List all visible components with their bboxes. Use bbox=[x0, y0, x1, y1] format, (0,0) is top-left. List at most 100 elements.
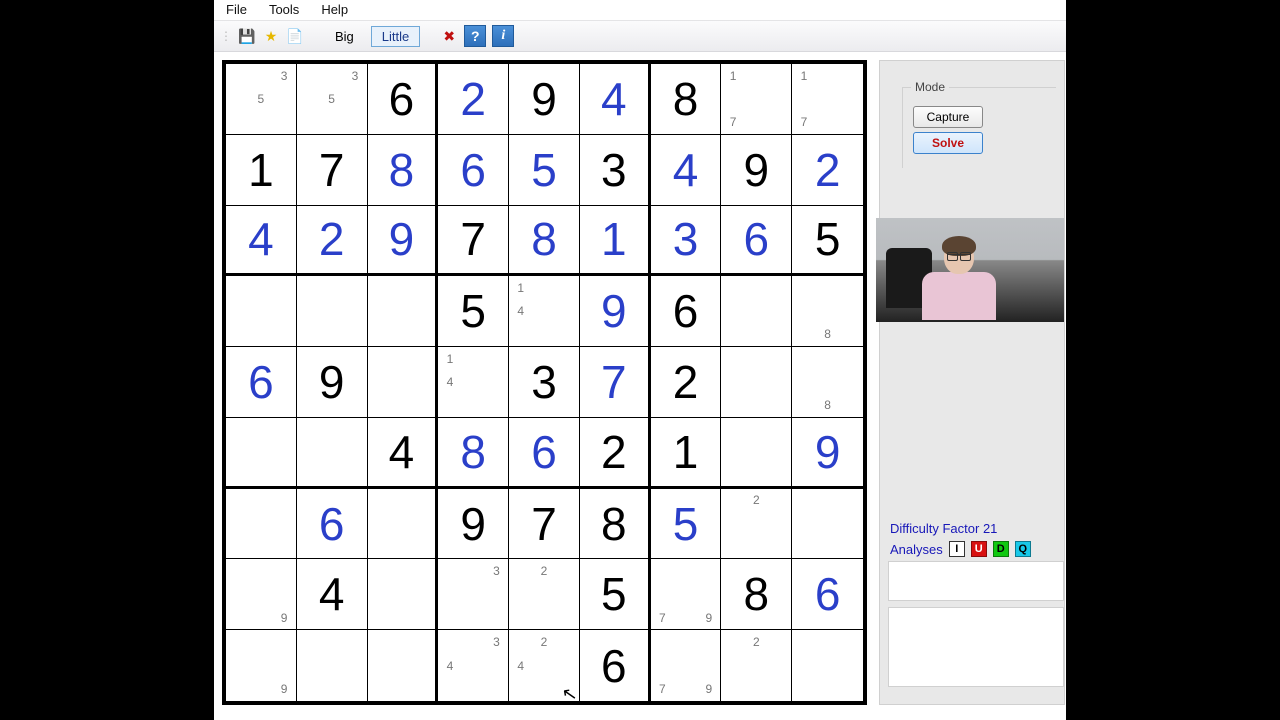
cell-r8-c1[interactable]: 9 bbox=[226, 559, 297, 630]
cell-r8-c9[interactable]: 6 bbox=[792, 559, 863, 630]
cell-r9-c8[interactable]: 2 bbox=[721, 630, 792, 701]
cell-r2-c7[interactable]: 4 bbox=[651, 135, 722, 206]
cell-r7-c9[interactable] bbox=[792, 489, 863, 560]
cell-r5-c3[interactable] bbox=[368, 347, 439, 418]
help-button[interactable]: ? bbox=[464, 25, 486, 47]
cell-r3-c3[interactable]: 9 bbox=[368, 206, 439, 277]
cell-r9-c3[interactable] bbox=[368, 630, 439, 701]
cell-r2-c5[interactable]: 5 bbox=[509, 135, 580, 206]
cell-r6-c5[interactable]: 6 bbox=[509, 418, 580, 489]
cell-r9-c6[interactable]: 6 bbox=[580, 630, 651, 701]
cell-r2-c4[interactable]: 6 bbox=[438, 135, 509, 206]
cell-r4-c9[interactable]: 8 bbox=[792, 276, 863, 347]
cell-r6-c4[interactable]: 8 bbox=[438, 418, 509, 489]
capture-button[interactable]: Capture bbox=[913, 106, 983, 128]
cell-r1-c5[interactable]: 9 bbox=[509, 64, 580, 135]
cell-r7-c8[interactable]: 2 bbox=[721, 489, 792, 560]
cell-r3-c7[interactable]: 3 bbox=[651, 206, 722, 277]
cell-r2-c8[interactable]: 9 bbox=[721, 135, 792, 206]
cell-r5-c5[interactable]: 3 bbox=[509, 347, 580, 418]
cell-value: 8 bbox=[460, 425, 486, 479]
cell-r7-c6[interactable]: 8 bbox=[580, 489, 651, 560]
cell-r7-c7[interactable]: 5 bbox=[651, 489, 722, 560]
cell-r9-c7[interactable]: 79 bbox=[651, 630, 722, 701]
cell-r9-c1[interactable]: 9 bbox=[226, 630, 297, 701]
cell-r1-c7[interactable]: 8 bbox=[651, 64, 722, 135]
cell-r6-c1[interactable] bbox=[226, 418, 297, 489]
cell-r7-c5[interactable]: 7 bbox=[509, 489, 580, 560]
cell-r7-c1[interactable] bbox=[226, 489, 297, 560]
cell-r8-c3[interactable] bbox=[368, 559, 439, 630]
cell-r1-c1[interactable]: 35 bbox=[226, 64, 297, 135]
cell-r6-c2[interactable] bbox=[297, 418, 368, 489]
cell-r4-c4[interactable]: 5 bbox=[438, 276, 509, 347]
cell-r8-c4[interactable]: 3 bbox=[438, 559, 509, 630]
cell-r5-c6[interactable]: 7 bbox=[580, 347, 651, 418]
big-button[interactable]: Big bbox=[324, 26, 365, 47]
cell-r3-c6[interactable]: 1 bbox=[580, 206, 651, 277]
solve-button[interactable]: Solve bbox=[913, 132, 983, 154]
info-button[interactable]: i bbox=[492, 25, 514, 47]
cell-r6-c3[interactable]: 4 bbox=[368, 418, 439, 489]
menu-file[interactable]: File bbox=[226, 2, 247, 18]
cell-r8-c2[interactable]: 4 bbox=[297, 559, 368, 630]
cell-r9-c4[interactable]: 34 bbox=[438, 630, 509, 701]
cell-r4-c5[interactable]: 14 bbox=[509, 276, 580, 347]
cell-r9-c5[interactable]: 24 bbox=[509, 630, 580, 701]
cell-r5-c2[interactable]: 9 bbox=[297, 347, 368, 418]
cell-r2-c3[interactable]: 8 bbox=[368, 135, 439, 206]
cell-r3-c1[interactable]: 4 bbox=[226, 206, 297, 277]
cell-r5-c7[interactable]: 2 bbox=[651, 347, 722, 418]
cell-r7-c3[interactable] bbox=[368, 489, 439, 560]
cell-r8-c7[interactable]: 79 bbox=[651, 559, 722, 630]
cell-r6-c9[interactable]: 9 bbox=[792, 418, 863, 489]
cell-r5-c8[interactable] bbox=[721, 347, 792, 418]
save-icon[interactable]: 💾 bbox=[238, 27, 256, 45]
cell-r3-c2[interactable]: 2 bbox=[297, 206, 368, 277]
cell-r4-c8[interactable] bbox=[721, 276, 792, 347]
cell-r6-c7[interactable]: 1 bbox=[651, 418, 722, 489]
cell-r8-c5[interactable]: 2 bbox=[509, 559, 580, 630]
cell-r3-c4[interactable]: 7 bbox=[438, 206, 509, 277]
cell-r3-c8[interactable]: 6 bbox=[721, 206, 792, 277]
cell-r6-c8[interactable] bbox=[721, 418, 792, 489]
cell-r2-c6[interactable]: 3 bbox=[580, 135, 651, 206]
cell-r1-c2[interactable]: 35 bbox=[297, 64, 368, 135]
cell-r2-c2[interactable]: 7 bbox=[297, 135, 368, 206]
analysis-Q[interactable]: Q bbox=[1015, 541, 1031, 557]
cell-r4-c6[interactable]: 9 bbox=[580, 276, 651, 347]
little-button[interactable]: Little bbox=[371, 26, 420, 47]
cell-r9-c2[interactable] bbox=[297, 630, 368, 701]
cell-r8-c8[interactable]: 8 bbox=[721, 559, 792, 630]
cell-r7-c2[interactable]: 6 bbox=[297, 489, 368, 560]
analysis-U[interactable]: U bbox=[971, 541, 987, 557]
cell-r4-c3[interactable] bbox=[368, 276, 439, 347]
analysis-D[interactable]: D bbox=[993, 541, 1009, 557]
cell-r8-c6[interactable]: 5 bbox=[580, 559, 651, 630]
delete-icon[interactable]: ✖ bbox=[440, 27, 458, 45]
cell-r4-c2[interactable] bbox=[297, 276, 368, 347]
cell-r9-c9[interactable] bbox=[792, 630, 863, 701]
cell-r1-c4[interactable]: 2 bbox=[438, 64, 509, 135]
cell-r5-c9[interactable]: 8 bbox=[792, 347, 863, 418]
menu-help[interactable]: Help bbox=[321, 2, 348, 18]
cell-r1-c9[interactable]: 17 bbox=[792, 64, 863, 135]
page-icon[interactable]: 📄 bbox=[286, 27, 304, 45]
cell-r2-c1[interactable]: 1 bbox=[226, 135, 297, 206]
cell-r4-c1[interactable] bbox=[226, 276, 297, 347]
cell-r5-c1[interactable]: 6 bbox=[226, 347, 297, 418]
menu-tools[interactable]: Tools bbox=[269, 2, 299, 18]
sudoku-grid[interactable]: 3535629481717178653492429781365514968691… bbox=[222, 60, 867, 705]
cell-r3-c5[interactable]: 8 bbox=[509, 206, 580, 277]
analysis-I[interactable]: I bbox=[949, 541, 965, 557]
cell-r5-c4[interactable]: 14 bbox=[438, 347, 509, 418]
cell-r2-c9[interactable]: 2 bbox=[792, 135, 863, 206]
cell-r6-c6[interactable]: 2 bbox=[580, 418, 651, 489]
star-icon[interactable]: ★ bbox=[262, 27, 280, 45]
cell-r1-c6[interactable]: 4 bbox=[580, 64, 651, 135]
cell-r3-c9[interactable]: 5 bbox=[792, 206, 863, 277]
cell-r1-c3[interactable]: 6 bbox=[368, 64, 439, 135]
cell-r1-c8[interactable]: 17 bbox=[721, 64, 792, 135]
cell-r7-c4[interactable]: 9 bbox=[438, 489, 509, 560]
cell-r4-c7[interactable]: 6 bbox=[651, 276, 722, 347]
